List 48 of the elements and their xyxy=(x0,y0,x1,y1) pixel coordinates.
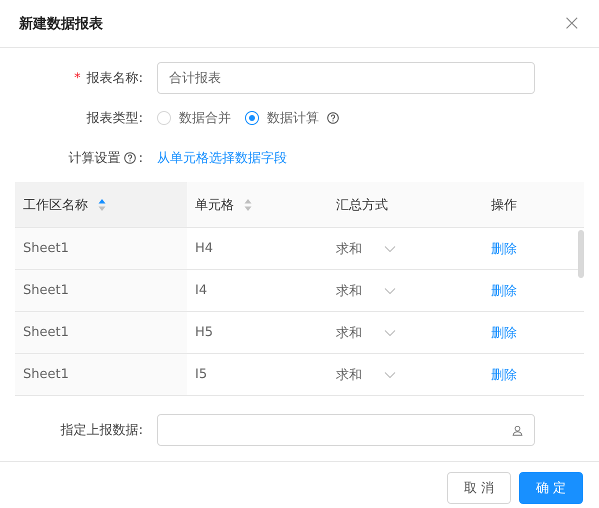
table-cell: Sheet1 xyxy=(15,270,187,311)
table-cell-text: H4 xyxy=(194,240,214,258)
field-label: 指定上报数据: xyxy=(60,422,143,439)
table-cell-text: H5 xyxy=(194,324,214,342)
required-mark: * xyxy=(74,70,81,86)
dialog-title: 新建数据报表 xyxy=(19,14,103,32)
radio-option[interactable]: 数据合并 xyxy=(157,109,231,127)
select-fields-link[interactable]: 从单元格选择数据字段 xyxy=(157,149,287,167)
table-cell: Sheet1 xyxy=(15,228,187,269)
chevron-down-icon xyxy=(384,244,396,252)
column-header: 操作 xyxy=(490,196,518,214)
sort-icon[interactable] xyxy=(98,198,106,212)
help-icon[interactable] xyxy=(124,152,136,164)
confirm-button[interactable]: 确 定 xyxy=(519,472,583,504)
method-select[interactable]: 求和 xyxy=(336,240,396,258)
delete-link[interactable]: 删除 xyxy=(491,324,517,342)
method-select[interactable]: 求和 xyxy=(336,324,396,342)
sort-icon[interactable] xyxy=(244,198,252,212)
column-header[interactable]: 单元格 xyxy=(187,182,328,227)
colon: : xyxy=(138,150,143,166)
cancel-button[interactable]: 取 消 xyxy=(447,472,511,504)
close-button[interactable]: × xyxy=(562,12,581,34)
report-data-field[interactable] xyxy=(157,414,535,446)
delete-link[interactable]: 删除 xyxy=(491,240,517,258)
column-header[interactable]: 工作区名称 xyxy=(15,182,187,227)
field-label: 报表名称: xyxy=(86,70,143,87)
report-name-field[interactable]: 合计报表 xyxy=(157,62,535,94)
field-label: 报表类型: xyxy=(86,110,143,127)
user-icon xyxy=(512,424,523,436)
delete-link[interactable]: 删除 xyxy=(491,282,517,300)
chevron-down-icon xyxy=(384,286,396,294)
delete-link[interactable]: 删除 xyxy=(491,366,517,384)
table-cell-text: I4 xyxy=(194,282,208,300)
scrollbar[interactable] xyxy=(578,230,584,278)
method-select[interactable]: 求和 xyxy=(336,366,396,384)
radio-option[interactable]: 数据计算 xyxy=(245,109,339,127)
help-icon[interactable] xyxy=(327,112,339,124)
column-header: 汇总方式 xyxy=(335,196,389,214)
chevron-down-icon xyxy=(384,370,396,378)
table-cell: Sheet1 xyxy=(15,312,187,353)
radio-button[interactable] xyxy=(245,111,259,125)
radio-label: 数据合并 xyxy=(179,110,231,127)
table-cell-text: I5 xyxy=(194,366,208,384)
field-label: 计算设置 xyxy=(68,150,121,167)
method-select[interactable]: 求和 xyxy=(336,282,396,300)
chevron-down-icon xyxy=(384,328,396,336)
table-cell: Sheet1 xyxy=(15,354,187,395)
radio-label: 数据计算 xyxy=(267,110,319,127)
